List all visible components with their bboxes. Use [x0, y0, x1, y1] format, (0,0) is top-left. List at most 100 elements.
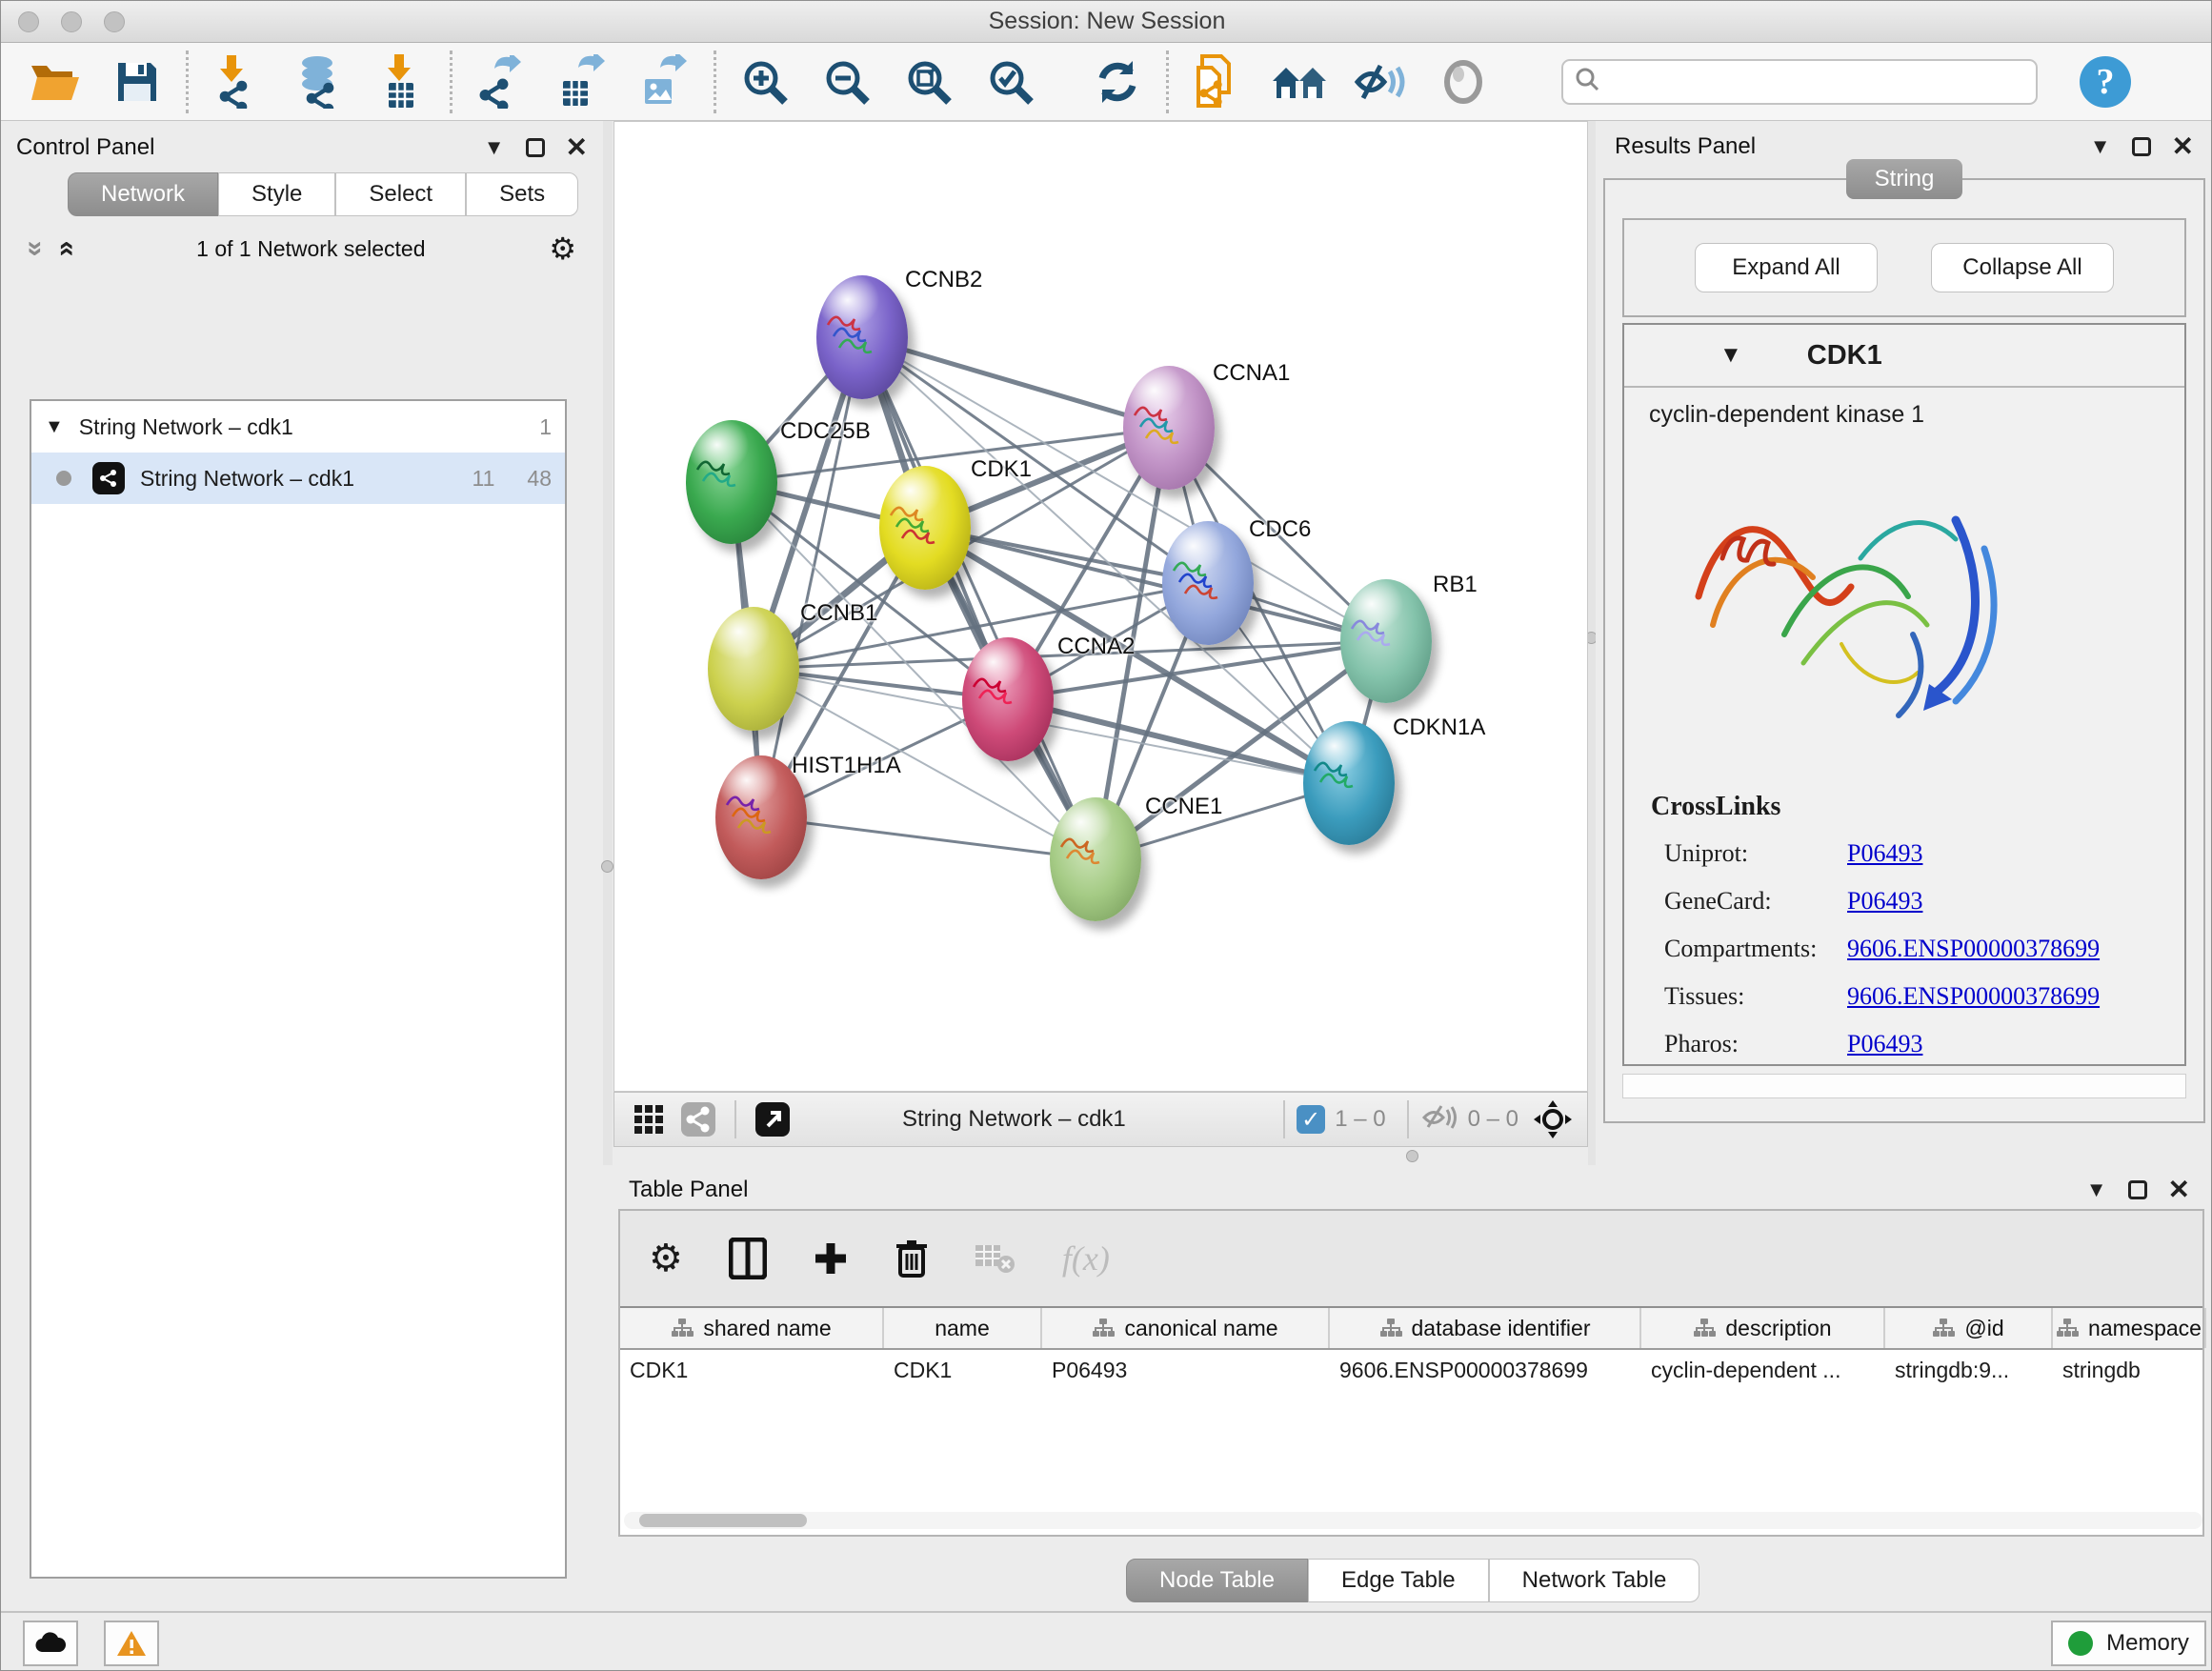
- protein-thumbnail: [1162, 521, 1254, 645]
- network-node-cdkn1a[interactable]: [1303, 721, 1395, 845]
- close-panel-icon[interactable]: ✕: [2172, 137, 2194, 156]
- crosslink-link[interactable]: 9606.ENSP00000378699: [1847, 982, 2100, 1011]
- network-node-ccna2[interactable]: [962, 637, 1054, 761]
- warning-icon[interactable]: [104, 1621, 159, 1666]
- close-panel-icon[interactable]: ✕: [2168, 1180, 2190, 1199]
- results-scrollbar[interactable]: [1622, 1074, 2186, 1098]
- selected-checkbox[interactable]: ✓: [1297, 1105, 1325, 1134]
- network-options-gear-icon[interactable]: ⚙: [549, 231, 576, 267]
- cloud-icon[interactable]: [23, 1621, 78, 1666]
- network-node-ccnb2[interactable]: [816, 275, 908, 399]
- bottom-splitter[interactable]: [613, 1147, 1588, 1165]
- search-box[interactable]: [1561, 59, 2038, 105]
- tab-edge-table[interactable]: Edge Table: [1308, 1559, 1489, 1602]
- help-button[interactable]: ?: [2080, 56, 2131, 108]
- minimize-window-button[interactable]: [61, 11, 82, 32]
- open-external-icon[interactable]: [748, 1098, 797, 1140]
- add-entry-icon[interactable]: [813, 1240, 849, 1277]
- column-header--id[interactable]: @id: [1885, 1308, 2053, 1348]
- export-image-icon[interactable]: [624, 47, 706, 117]
- crosslink-link[interactable]: 9606.ENSP00000378699: [1847, 935, 2100, 963]
- network-canvas[interactable]: CCNB2CCNA1CDC25BCDK1CDC6RB1CCNB1CCNA2CDK…: [613, 121, 1588, 1092]
- expand-all-networks-icon[interactable]: »: [49, 241, 81, 257]
- network-node-cdc6[interactable]: [1162, 521, 1254, 645]
- tab-style[interactable]: Style: [218, 172, 335, 216]
- float-panel-icon[interactable]: [2128, 1180, 2147, 1199]
- home-icon[interactable]: [1258, 47, 1340, 117]
- zoom-fit-icon[interactable]: [888, 47, 970, 117]
- clone-network-icon[interactable]: [1176, 47, 1258, 117]
- table-settings-gear-icon[interactable]: ⚙: [649, 1237, 683, 1280]
- import-table-icon[interactable]: [360, 47, 442, 117]
- maximize-window-button[interactable]: [104, 11, 125, 32]
- left-splitter[interactable]: [603, 121, 613, 1165]
- network-node-ccna1[interactable]: [1123, 366, 1215, 490]
- export-table-icon[interactable]: [542, 47, 624, 117]
- column-header-description[interactable]: description: [1641, 1308, 1885, 1348]
- hide-selected-icon[interactable]: [1340, 47, 1422, 117]
- tab-string[interactable]: String: [1846, 159, 1963, 199]
- zoom-out-icon[interactable]: [806, 47, 888, 117]
- show-all-icon[interactable]: [1422, 47, 1504, 117]
- table-row[interactable]: CDK1CDK1P064939606.ENSP00000378699cyclin…: [620, 1350, 2202, 1392]
- column-header-canonical-name[interactable]: canonical name: [1042, 1308, 1330, 1348]
- collapse-panel-icon[interactable]: ▼: [2090, 134, 2111, 159]
- float-panel-icon[interactable]: [2132, 137, 2151, 156]
- crosslink-link[interactable]: P06493: [1847, 887, 1922, 916]
- share-icon[interactable]: [674, 1098, 723, 1140]
- close-panel-icon[interactable]: ✕: [566, 138, 588, 157]
- collapse-panel-icon[interactable]: ▼: [484, 135, 505, 160]
- column-header-name[interactable]: name: [884, 1308, 1042, 1348]
- table-cell: 9606.ENSP00000378699: [1330, 1350, 1641, 1392]
- delete-table-icon[interactable]: [975, 1242, 1016, 1275]
- zoom-selected-icon[interactable]: [970, 47, 1052, 117]
- crosslink-link[interactable]: P06493: [1847, 839, 1922, 868]
- network-node-ccne1[interactable]: [1050, 797, 1141, 921]
- import-network-icon[interactable]: [196, 47, 278, 117]
- column-header-shared-name[interactable]: shared name: [620, 1308, 884, 1348]
- function-builder-icon[interactable]: f(x): [1062, 1238, 1110, 1278]
- tab-network[interactable]: Network: [68, 172, 218, 216]
- export-network-icon[interactable]: [460, 47, 542, 117]
- network-node-ccnb1[interactable]: [708, 607, 799, 731]
- collapse-all-button[interactable]: Collapse All: [1931, 243, 2114, 292]
- crosslink-link[interactable]: P06493: [1847, 1030, 1922, 1058]
- refresh-icon[interactable]: [1076, 47, 1158, 117]
- network-row-selected[interactable]: String Network – cdk1 11 48: [31, 453, 565, 504]
- hidden-eye-icon[interactable]: [1420, 1102, 1458, 1137]
- collection-expand-icon[interactable]: ▼: [45, 416, 64, 438]
- tab-node-table[interactable]: Node Table: [1126, 1559, 1308, 1602]
- collapse-all-networks-icon[interactable]: »: [19, 241, 51, 257]
- table-horizontal-scrollbar[interactable]: [624, 1512, 2202, 1529]
- grid-icon[interactable]: [624, 1098, 674, 1140]
- pan-crosshair-icon[interactable]: [1528, 1098, 1578, 1140]
- gene-card-header[interactable]: ▼ CDK1: [1624, 325, 2184, 388]
- scrollbar-thumb[interactable]: [639, 1514, 807, 1527]
- traffic-lights[interactable]: [18, 11, 125, 32]
- network-node-cdc25b[interactable]: [686, 420, 777, 544]
- zoom-in-icon[interactable]: [724, 47, 806, 117]
- expand-all-button[interactable]: Expand All: [1695, 243, 1878, 292]
- column-header-database-identifier[interactable]: database identifier: [1330, 1308, 1641, 1348]
- close-window-button[interactable]: [18, 11, 39, 32]
- collapse-panel-icon[interactable]: ▼: [2086, 1178, 2107, 1202]
- gene-expand-icon[interactable]: ▼: [1719, 342, 1742, 369]
- memory-button[interactable]: Memory: [2051, 1621, 2206, 1666]
- float-panel-icon[interactable]: [526, 138, 545, 157]
- tab-select[interactable]: Select: [335, 172, 466, 216]
- network-node-cdk1[interactable]: [879, 466, 971, 590]
- save-session-icon[interactable]: [96, 47, 178, 117]
- network-node-rb1[interactable]: [1340, 579, 1432, 703]
- import-database-icon[interactable]: [278, 47, 360, 117]
- tab-network-table[interactable]: Network Table: [1489, 1559, 1700, 1602]
- open-session-icon[interactable]: [14, 47, 96, 117]
- network-collection-row[interactable]: ▼ String Network – cdk1 1: [31, 401, 565, 453]
- crosslink-row: Tissues:9606.ENSP00000378699: [1651, 982, 2184, 1011]
- node-label-cdkn1a: CDKN1A: [1393, 715, 1485, 741]
- column-header-namespace[interactable]: namespace: [2053, 1308, 2206, 1348]
- delete-entry-trash-icon[interactable]: [895, 1238, 929, 1278]
- search-input[interactable]: [1607, 69, 2007, 95]
- split-panel-icon[interactable]: [729, 1238, 767, 1279]
- toolbar-separator: [450, 50, 452, 113]
- tab-sets[interactable]: Sets: [466, 172, 578, 216]
